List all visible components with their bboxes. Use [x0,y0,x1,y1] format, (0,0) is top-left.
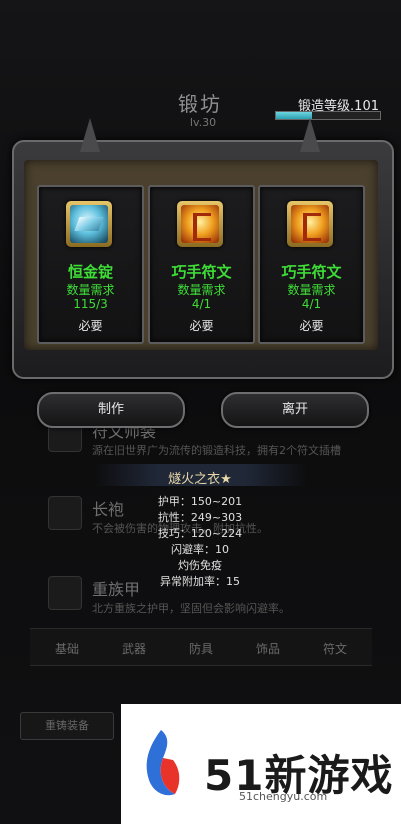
frame-spike [300,118,320,152]
list-item-desc: 源在旧世界广为流传的锻造科技，拥有2个符文插槽 [92,444,341,457]
material-need-label: 必要 [78,319,103,333]
tab-accessory[interactable]: 饰品 [256,640,280,657]
material-card: 巧手符文 数量需求 4/1 必要 [148,185,255,344]
material-req-label: 数量需求 [66,283,115,297]
item-stat: 护甲：150~201 [157,495,243,508]
material-card: 恒金锭 数量需求 115/3 必要 [37,185,144,344]
ingot-icon [66,201,112,247]
craft-button[interactable]: 制作 [37,392,185,428]
item-stat: 异常附加率：15 [160,575,240,588]
material-count: 4/1 [301,297,322,311]
recast-equipment-button[interactable]: 重铸装备 [20,712,114,740]
item-stat: 技巧：120~224 [157,527,243,540]
frame-spike [80,118,100,152]
material-name: 恒金锭 [67,263,113,281]
watermark-url: 51chengyu.com [239,790,328,803]
tab-weapon[interactable]: 武器 [122,640,146,657]
material-need-label: 必要 [299,319,324,333]
rune-icon [177,201,223,247]
material-card: 巧手符文 数量需求 4/1 必要 [258,185,365,344]
material-need-label: 必要 [189,319,214,333]
material-count: 4/1 [191,297,212,311]
heavy-armor-icon [48,576,82,610]
forge-hall-level: lv.30 [189,116,217,129]
forge-level-bar [275,111,381,120]
tab-basic[interactable]: 基础 [55,640,79,657]
material-req-label: 数量需求 [177,283,226,297]
item-stat: 灼伤免疫 [178,559,222,572]
brand-mark-icon [146,730,180,796]
material-name: 巧手符文 [171,263,232,281]
tab-armor[interactable]: 防具 [189,640,213,657]
watermark-logo: 51新游戏 51chengyu.com [121,704,401,824]
item-title: 燧火之衣★ [168,472,232,487]
list-item-desc: 北方重族之护甲，坚固但会影响闪避率。 [92,602,290,615]
tab-rune[interactable]: 符文 [323,640,347,657]
forge-hall-title: 锻坊 [178,92,222,116]
material-count: 115/3 [73,297,108,311]
rune-icon [287,201,333,247]
material-name: 巧手符文 [281,263,342,281]
material-req-label: 数量需求 [287,283,336,297]
item-stat: 闪避率：10 [171,543,229,556]
leave-button[interactable]: 离开 [221,392,369,428]
robe-icon [48,496,82,530]
item-stat: 抗性：249~303 [157,511,243,524]
